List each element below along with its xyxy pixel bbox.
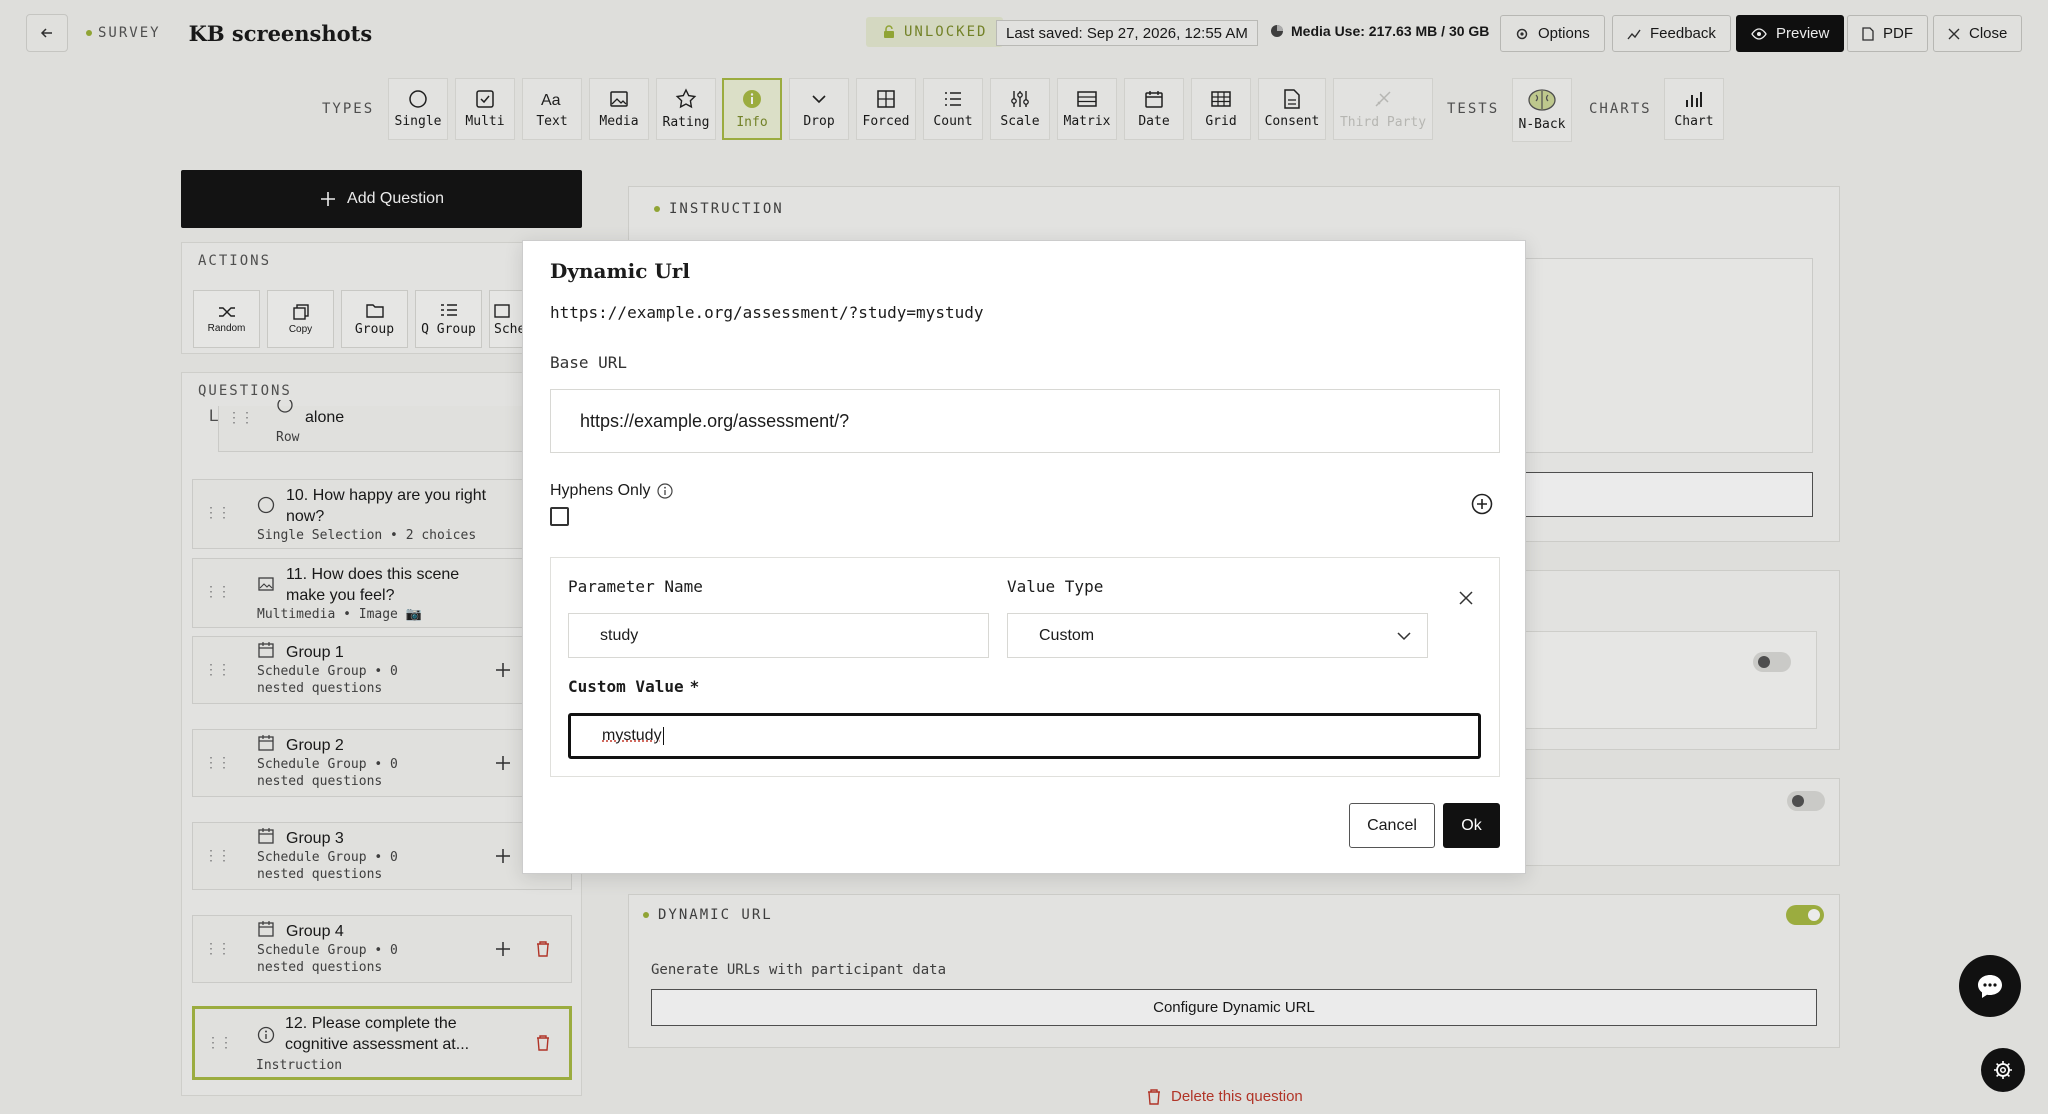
value-type-label: Value Type: [1007, 577, 1104, 596]
value-type-select[interactable]: Custom: [1007, 613, 1428, 658]
custom-value-input[interactable]: mystudy: [568, 713, 1481, 759]
parameter-card: Parameter Name Value Type study Custom C…: [550, 557, 1500, 777]
cancel-button[interactable]: Cancel: [1349, 803, 1435, 848]
add-parameter-icon[interactable]: [1471, 493, 1493, 515]
gear-icon: [1994, 1061, 2012, 1079]
parameter-name-label: Parameter Name: [568, 577, 703, 596]
settings-fab[interactable]: [1981, 1048, 2025, 1092]
url-preview: https://example.org/assessment/?study=my…: [550, 303, 984, 322]
chevron-down-icon: [1397, 631, 1411, 640]
parameter-name-input[interactable]: study: [568, 613, 989, 658]
ok-button[interactable]: Ok: [1443, 803, 1500, 848]
dialog-title: Dynamic Url: [550, 259, 690, 283]
custom-value-label: Custom Value *: [568, 677, 700, 696]
dynamic-url-dialog: Dynamic Url https://example.org/assessme…: [522, 240, 1526, 874]
text-cursor: [662, 727, 664, 745]
base-url-input[interactable]: https://example.org/assessment/?: [550, 389, 1500, 453]
remove-parameter-icon[interactable]: [1459, 591, 1473, 605]
hyphens-only-checkbox[interactable]: [550, 507, 569, 526]
chat-button[interactable]: [1959, 955, 2021, 1017]
hyphens-only-label: Hyphens Only: [550, 482, 673, 500]
chat-bubble-icon: [1978, 975, 2002, 998]
base-url-label: Base URL: [550, 353, 628, 372]
info-icon[interactable]: [656, 483, 673, 499]
